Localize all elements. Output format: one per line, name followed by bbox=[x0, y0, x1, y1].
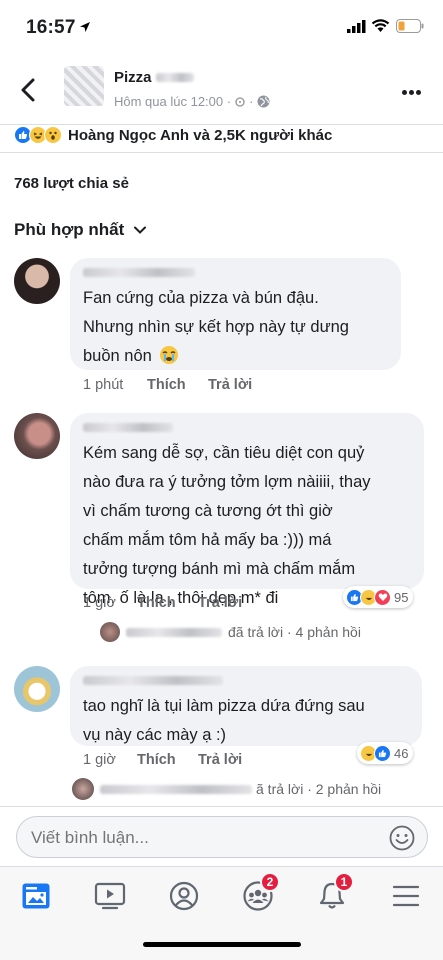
globe-icon bbox=[257, 95, 270, 108]
comment-time: 1 giờ bbox=[83, 595, 116, 611]
commenter-avatar[interactable] bbox=[14, 413, 60, 459]
like-button[interactable]: Thích bbox=[137, 752, 198, 768]
signal-icon bbox=[347, 20, 366, 33]
replier-avatar bbox=[100, 622, 120, 642]
comment-time: 1 giờ bbox=[83, 752, 116, 768]
replies-summary: đã trả lời · 4 phản hồi bbox=[228, 624, 361, 640]
comment-actions: 1 phút Thích Trả lời bbox=[83, 377, 252, 393]
menu-icon bbox=[392, 885, 420, 907]
back-icon[interactable] bbox=[14, 76, 42, 104]
comment-text: tao nghĩ là tụi làm pizza dứa đứng sau v… bbox=[83, 697, 365, 744]
comment-composer-bar bbox=[0, 806, 443, 866]
tab-menu[interactable] bbox=[386, 879, 426, 913]
replies-summary: ã trả lời · 2 phản hồi bbox=[256, 781, 382, 797]
emoji-icon[interactable] bbox=[389, 825, 415, 851]
reply-button[interactable]: Trả lời bbox=[198, 752, 242, 768]
reply-button[interactable]: Trả lời bbox=[198, 595, 242, 611]
tab-profile[interactable] bbox=[164, 879, 204, 913]
reactions-summary-text: Hoàng Ngọc Anh và 2,5K người khác bbox=[68, 126, 333, 144]
sort-label: Phù hợp nhất bbox=[14, 220, 125, 239]
chevron-down-icon bbox=[134, 226, 147, 234]
page-name[interactable]: Pizza bbox=[114, 69, 152, 86]
share-count[interactable]: 768 lượt chia sẻ bbox=[14, 175, 129, 192]
post-header: Pizza Hôm qua lúc 12:00 · · bbox=[0, 52, 443, 124]
like-reaction-icon bbox=[374, 744, 391, 762]
wow-reaction-icon bbox=[44, 126, 62, 144]
comment-time: 1 phút bbox=[83, 377, 124, 393]
comment-reactions-badge[interactable]: 46 bbox=[357, 742, 414, 764]
tab-groups[interactable]: 2 bbox=[238, 872, 280, 913]
clock-icon bbox=[235, 96, 245, 107]
crying-emoji-icon bbox=[160, 346, 179, 364]
like-button[interactable]: Thích bbox=[137, 595, 198, 611]
comment-input[interactable] bbox=[31, 828, 361, 848]
reply-button[interactable]: Trả lời bbox=[208, 377, 252, 393]
video-icon bbox=[94, 882, 126, 910]
comment-bubble: Fan cứng của pizza và bún đậu. Nhưng nhì… bbox=[70, 258, 401, 370]
post-time: Hôm qua lúc 12:00 · bbox=[114, 94, 232, 109]
comment-bubble: Kém sang dễ sợ, cần tiêu diệt con quỷ nà… bbox=[70, 413, 424, 607]
comment-reactions-badge[interactable]: 95 bbox=[343, 586, 414, 608]
reactions-summary[interactable]: Hoàng Ngọc Anh và 2,5K người khác bbox=[14, 124, 332, 146]
groups-badge: 2 bbox=[260, 872, 280, 892]
location-arrow-icon bbox=[80, 22, 90, 32]
redacted-name bbox=[155, 73, 194, 82]
commenter-avatar[interactable] bbox=[14, 666, 60, 712]
reaction-count: 46 bbox=[394, 745, 409, 761]
redacted-name bbox=[100, 784, 252, 794]
comment-text: Fan cứng của pizza và bún đậu. Nhưng nhì… bbox=[83, 289, 349, 365]
status-time: 16:57 bbox=[26, 17, 76, 38]
redacted-name bbox=[126, 627, 222, 637]
comment-actions: 1 giờ Thích Trả lời bbox=[83, 752, 242, 768]
notifications-badge: 1 bbox=[334, 872, 354, 892]
comment-author[interactable] bbox=[83, 674, 409, 686]
tab-news-feed[interactable] bbox=[16, 879, 56, 913]
comment-bubble: tao nghĩ là tụi làm pizza dứa đứng sau v… bbox=[70, 666, 422, 746]
commenter-avatar[interactable] bbox=[14, 258, 60, 304]
replies-preview[interactable]: ã trả lời · 2 phản hồi bbox=[72, 778, 381, 800]
replies-preview[interactable]: đã trả lời · 4 phản hồi bbox=[100, 622, 361, 642]
more-options-icon[interactable] bbox=[402, 82, 426, 95]
post-meta: Hôm qua lúc 12:00 · · bbox=[114, 94, 270, 109]
tab-watch[interactable] bbox=[90, 879, 130, 913]
page-avatar[interactable] bbox=[64, 66, 104, 106]
status-bar: 16:57 bbox=[0, 0, 443, 52]
comment-composer[interactable] bbox=[16, 816, 428, 858]
divider bbox=[0, 152, 443, 153]
battery-icon bbox=[396, 19, 424, 33]
comment-actions: 1 giờ Thích Trả lời bbox=[83, 595, 242, 611]
like-button[interactable]: Thích bbox=[147, 377, 208, 393]
comment-author[interactable] bbox=[83, 266, 388, 278]
news-feed-icon bbox=[22, 883, 50, 909]
wifi-icon bbox=[371, 19, 390, 32]
reaction-count: 95 bbox=[394, 589, 409, 605]
love-reaction-icon bbox=[374, 588, 391, 606]
comment-sort-dropdown[interactable]: Phù hợp nhất bbox=[14, 220, 147, 240]
tab-notifications[interactable]: 1 bbox=[312, 872, 354, 913]
profile-icon bbox=[169, 881, 199, 911]
home-indicator bbox=[143, 942, 301, 947]
comment-author[interactable] bbox=[83, 421, 411, 433]
replier-avatar bbox=[72, 778, 94, 800]
